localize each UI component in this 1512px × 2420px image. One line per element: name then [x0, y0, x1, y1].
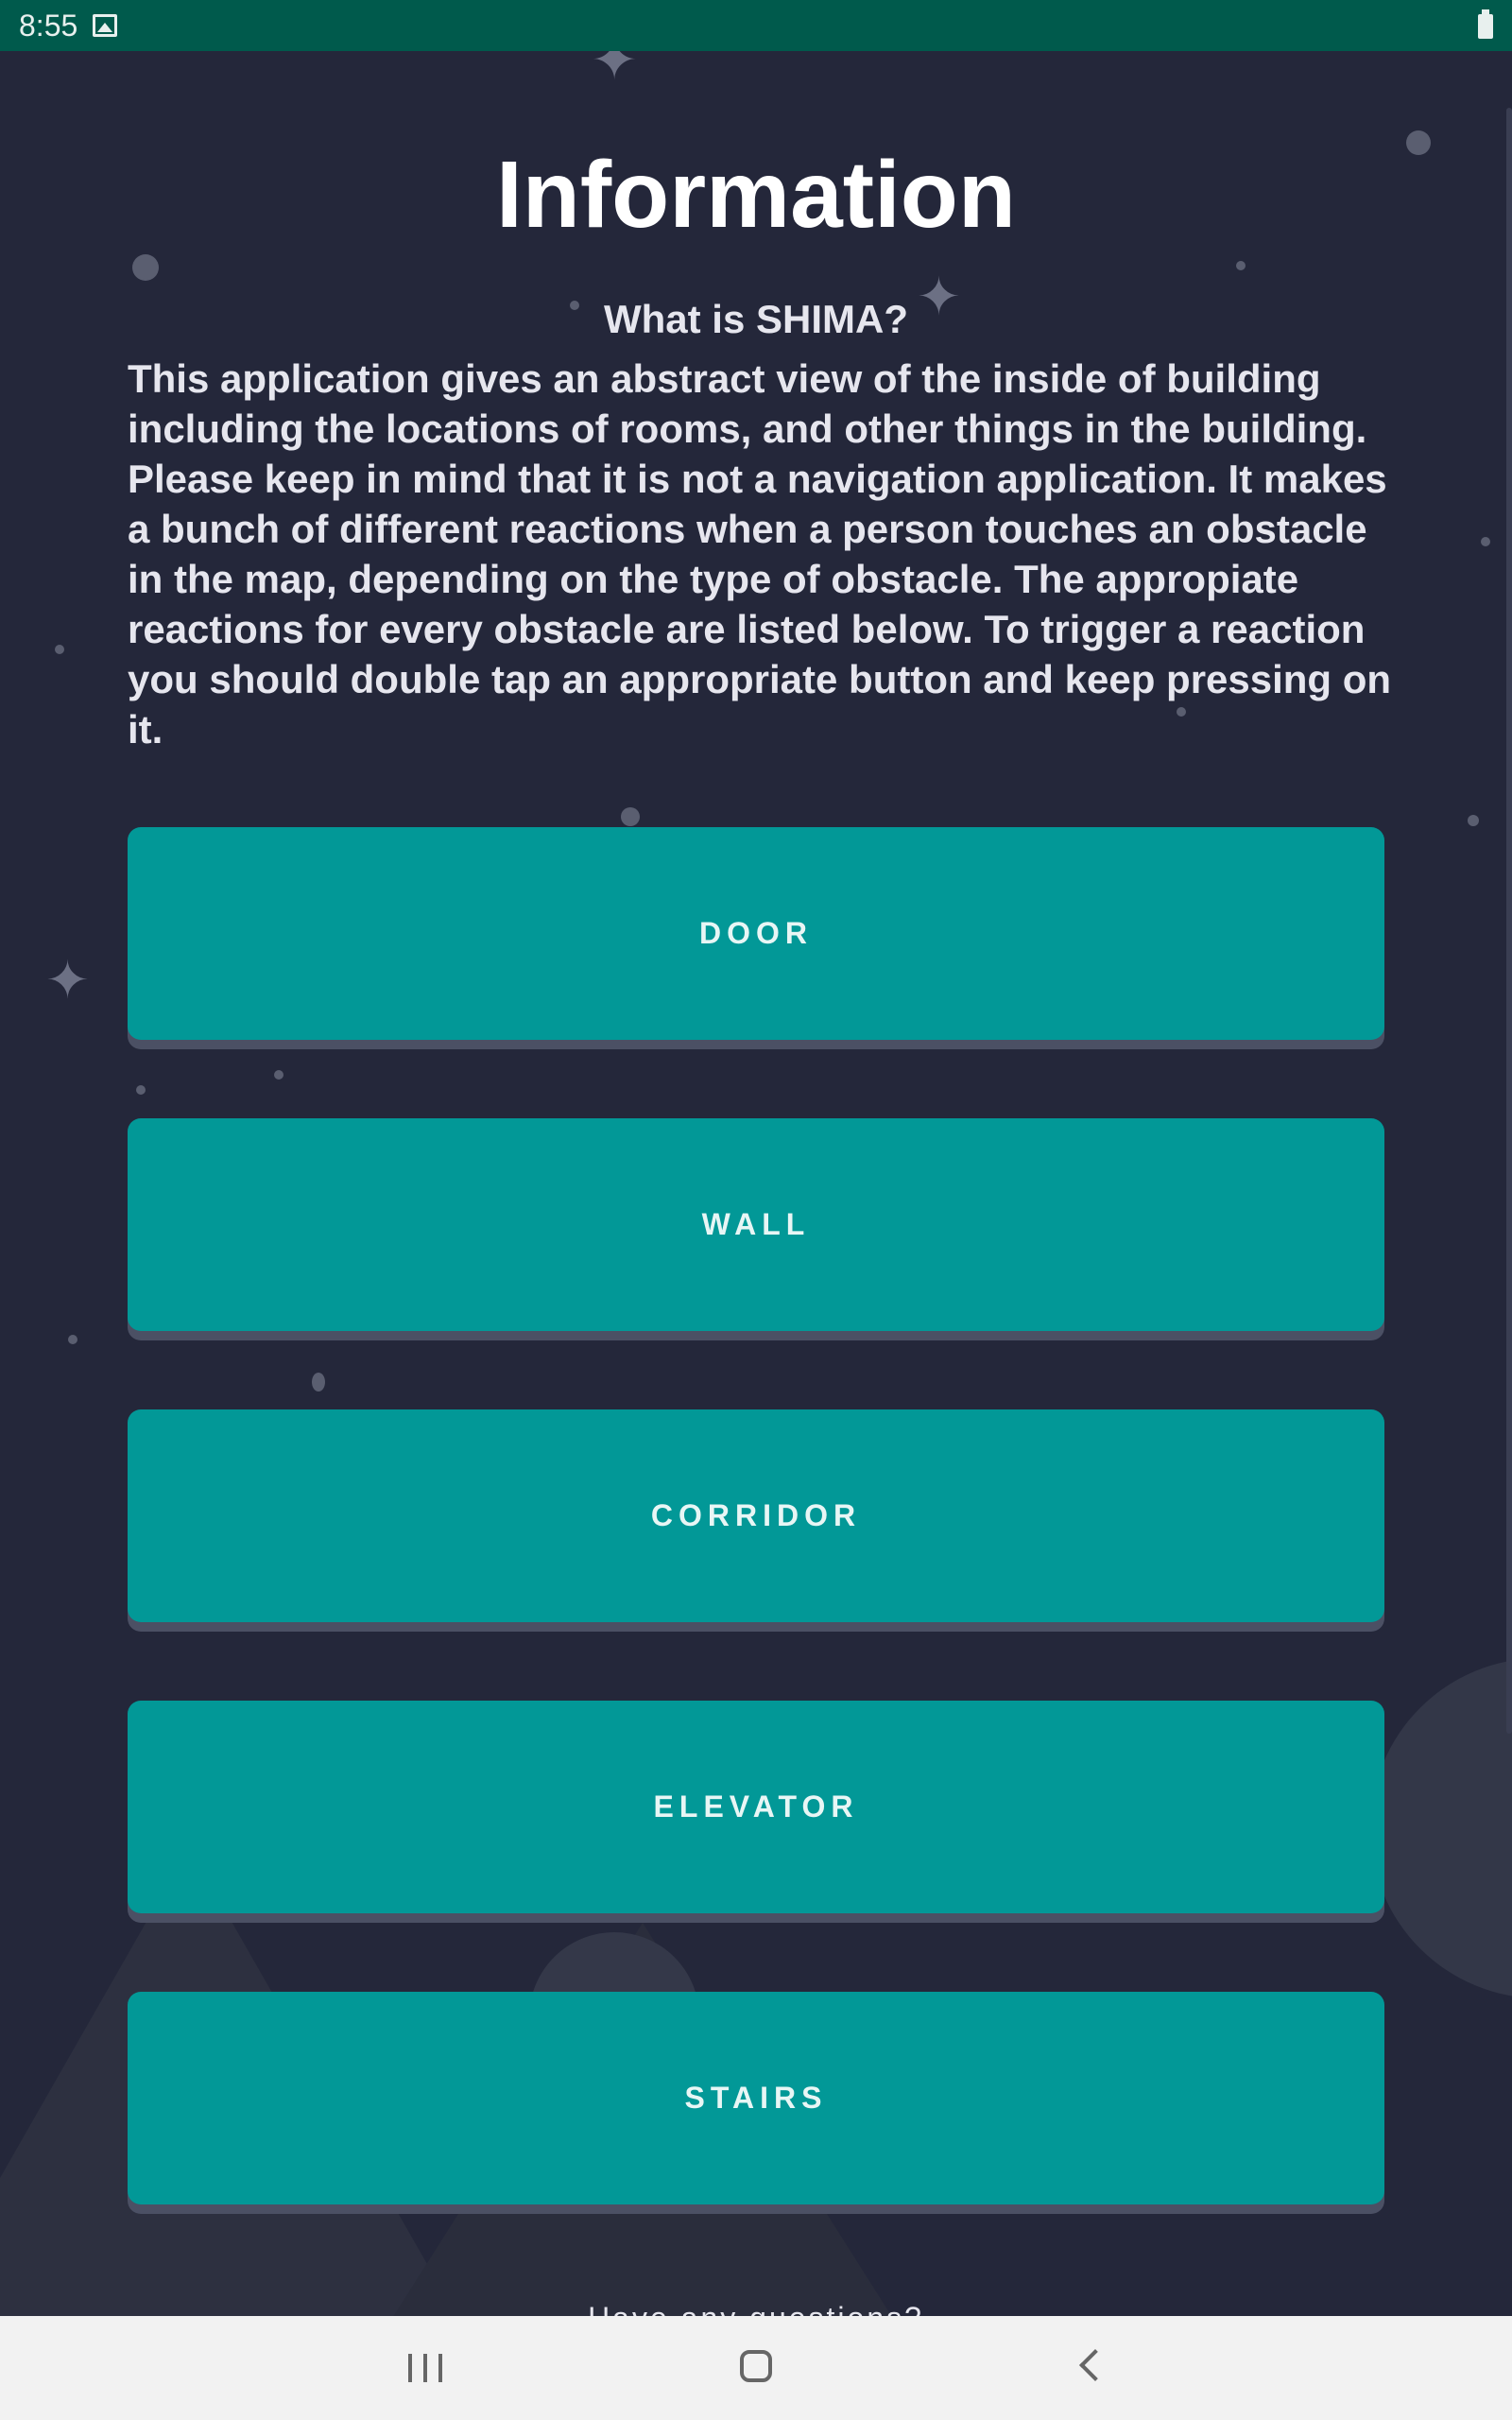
scrollbar[interactable] [1506, 108, 1512, 1734]
status-time: 8:55 [19, 8, 78, 43]
back-icon[interactable] [1063, 2344, 1120, 2392]
star-dot [55, 645, 64, 654]
star-dot [1481, 537, 1490, 546]
corridor-button[interactable]: CORRIDOR [128, 1409, 1384, 1622]
star-dot [68, 1335, 77, 1344]
page-title: Information [496, 142, 1016, 248]
stairs-button[interactable]: STAIRS [128, 1992, 1384, 2204]
star-dot [274, 1070, 284, 1080]
description-text: This application gives an abstract view … [128, 356, 1392, 752]
sparkle-icon: ✦ [45, 950, 90, 1010]
section-subtitle: What is SHIMA? [604, 297, 908, 341]
status-bar: 8:55 [0, 0, 1512, 51]
battery-icon [1478, 9, 1493, 39]
recent-apps-icon[interactable] [397, 2344, 454, 2392]
star-dot [1236, 261, 1246, 270]
star-dot [132, 254, 159, 281]
home-icon[interactable] [728, 2344, 784, 2392]
image-icon [93, 14, 118, 37]
sparkle-icon: ✦ [591, 51, 639, 92]
star-dot [621, 807, 640, 826]
navigation-bar [0, 2316, 1512, 2420]
door-button[interactable]: DOOR [128, 827, 1384, 1040]
star-dot [136, 1085, 146, 1095]
cloud-shape [1370, 1658, 1512, 1998]
star-dot [312, 1373, 325, 1392]
wall-button[interactable]: WALL [128, 1118, 1384, 1331]
star-dot [1468, 815, 1479, 826]
elevator-button[interactable]: ELEVATOR [128, 1701, 1384, 1913]
